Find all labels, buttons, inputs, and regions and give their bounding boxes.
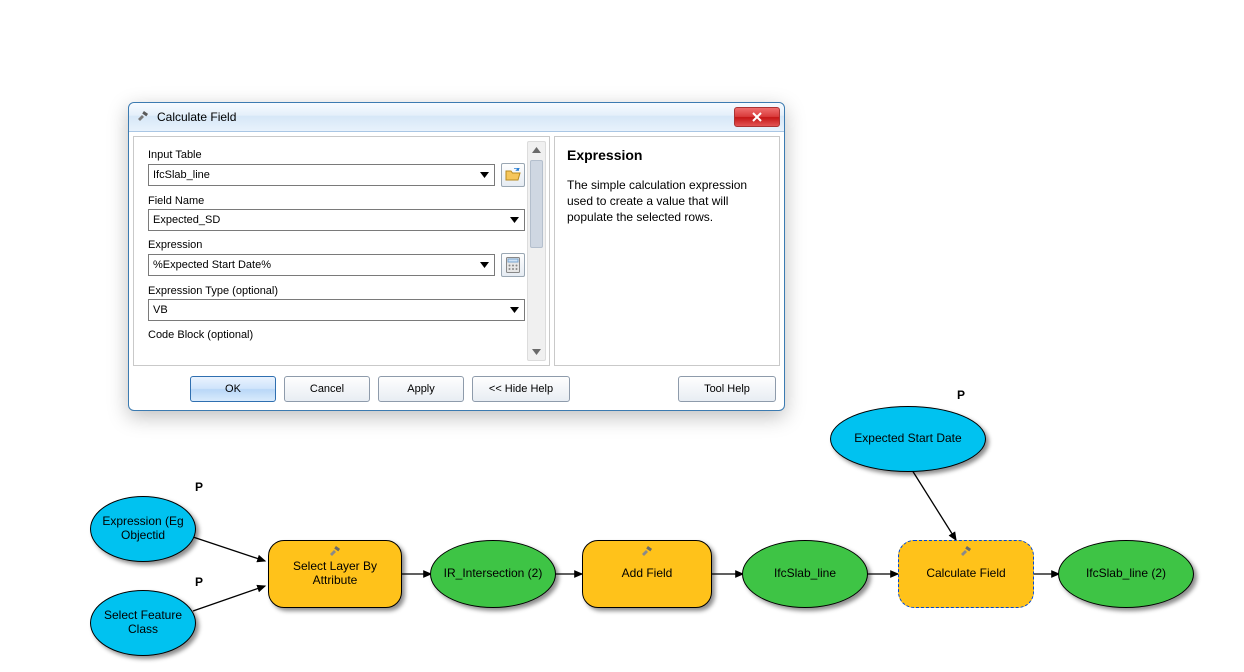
form-scrollbar[interactable] [527, 141, 546, 361]
data-ir-intersection[interactable]: IR_Intersection (2) [430, 540, 556, 608]
field-name-label: Field Name [148, 195, 525, 207]
folder-open-icon [505, 168, 521, 182]
code-block-label: Code Block (optional) [148, 329, 525, 341]
scroll-thumb[interactable] [530, 160, 543, 248]
input-table-value: IfcSlab_line [153, 169, 210, 181]
field-name-dropdown[interactable]: Expected_SD [148, 209, 525, 231]
dialog-button-row: OK Cancel Apply << Hide Help Tool Help [129, 370, 784, 410]
expression-type-label: Expression Type (optional) [148, 285, 525, 297]
data-ifcslab-line-label: IfcSlab_line [768, 567, 842, 581]
dialog-titlebar[interactable]: Calculate Field [129, 103, 784, 132]
help-body: The simple calculation expression used t… [567, 177, 767, 226]
param-expected-start-date[interactable]: Expected Start Date [830, 406, 986, 472]
expression-type-dropdown[interactable]: VB [148, 299, 525, 321]
tool-select-layer-by-attribute-label: Select Layer By Attribute [269, 560, 401, 588]
tool-calculate-field-label: Calculate Field [920, 567, 1011, 581]
field-name-value: Expected_SD [153, 214, 220, 226]
expression-type-value: VB [153, 304, 168, 316]
tool-select-layer-by-attribute[interactable]: Select Layer By Attribute [268, 540, 402, 608]
calculator-icon [506, 257, 520, 273]
tool-help-button[interactable]: Tool Help [678, 376, 776, 402]
p-label: P [195, 575, 203, 589]
chevron-down-icon [507, 212, 522, 228]
chevron-down-icon [477, 257, 492, 273]
expression-value: %Expected Start Date% [153, 259, 271, 271]
data-ifcslab-line[interactable]: IfcSlab_line [742, 540, 868, 608]
input-table-dropdown[interactable]: IfcSlab_line [148, 164, 495, 186]
p-label: P [195, 480, 203, 494]
cancel-button[interactable]: Cancel [284, 376, 370, 402]
hammer-icon [328, 545, 342, 562]
browse-button[interactable] [501, 163, 525, 187]
apply-button[interactable]: Apply [378, 376, 464, 402]
scroll-up-icon[interactable] [528, 142, 545, 158]
hammer-icon [640, 545, 654, 562]
tool-add-field-label: Add Field [616, 567, 679, 581]
expression-builder-button[interactable] [501, 253, 525, 277]
close-button[interactable] [734, 107, 780, 127]
hammer-icon [135, 109, 151, 125]
data-ifcslab-line-2[interactable]: IfcSlab_line (2) [1058, 540, 1194, 608]
calculate-field-dialog: Calculate Field Input Table IfcSlab_line [128, 102, 785, 411]
tool-calculate-field[interactable]: Calculate Field [898, 540, 1034, 608]
tool-add-field[interactable]: Add Field [582, 540, 712, 608]
chevron-down-icon [477, 167, 492, 183]
p-label: P [957, 388, 965, 402]
form-pane: Input Table IfcSlab_line [133, 136, 550, 366]
help-title: Expression [567, 147, 767, 163]
param-expression[interactable]: Expression (Eg Objectid [90, 496, 196, 562]
expression-dropdown[interactable]: %Expected Start Date% [148, 254, 495, 276]
input-table-label: Input Table [148, 149, 525, 161]
param-expected-start-date-label: Expected Start Date [848, 432, 967, 446]
param-expression-label: Expression (Eg Objectid [91, 515, 195, 543]
dialog-title: Calculate Field [157, 110, 728, 124]
scroll-down-icon[interactable] [528, 344, 545, 360]
hide-help-button[interactable]: << Hide Help [472, 376, 570, 402]
hammer-icon [959, 545, 973, 562]
chevron-down-icon [507, 302, 522, 318]
data-ifcslab-line-2-label: IfcSlab_line (2) [1080, 567, 1172, 581]
ok-button[interactable]: OK [190, 376, 276, 402]
expression-label: Expression [148, 239, 525, 251]
data-ir-intersection-label: IR_Intersection (2) [438, 567, 549, 581]
param-select-feature-class[interactable]: Select Feature Class [90, 590, 196, 656]
param-select-feature-class-label: Select Feature Class [91, 609, 195, 637]
help-pane: Expression The simple calculation expres… [554, 136, 780, 366]
